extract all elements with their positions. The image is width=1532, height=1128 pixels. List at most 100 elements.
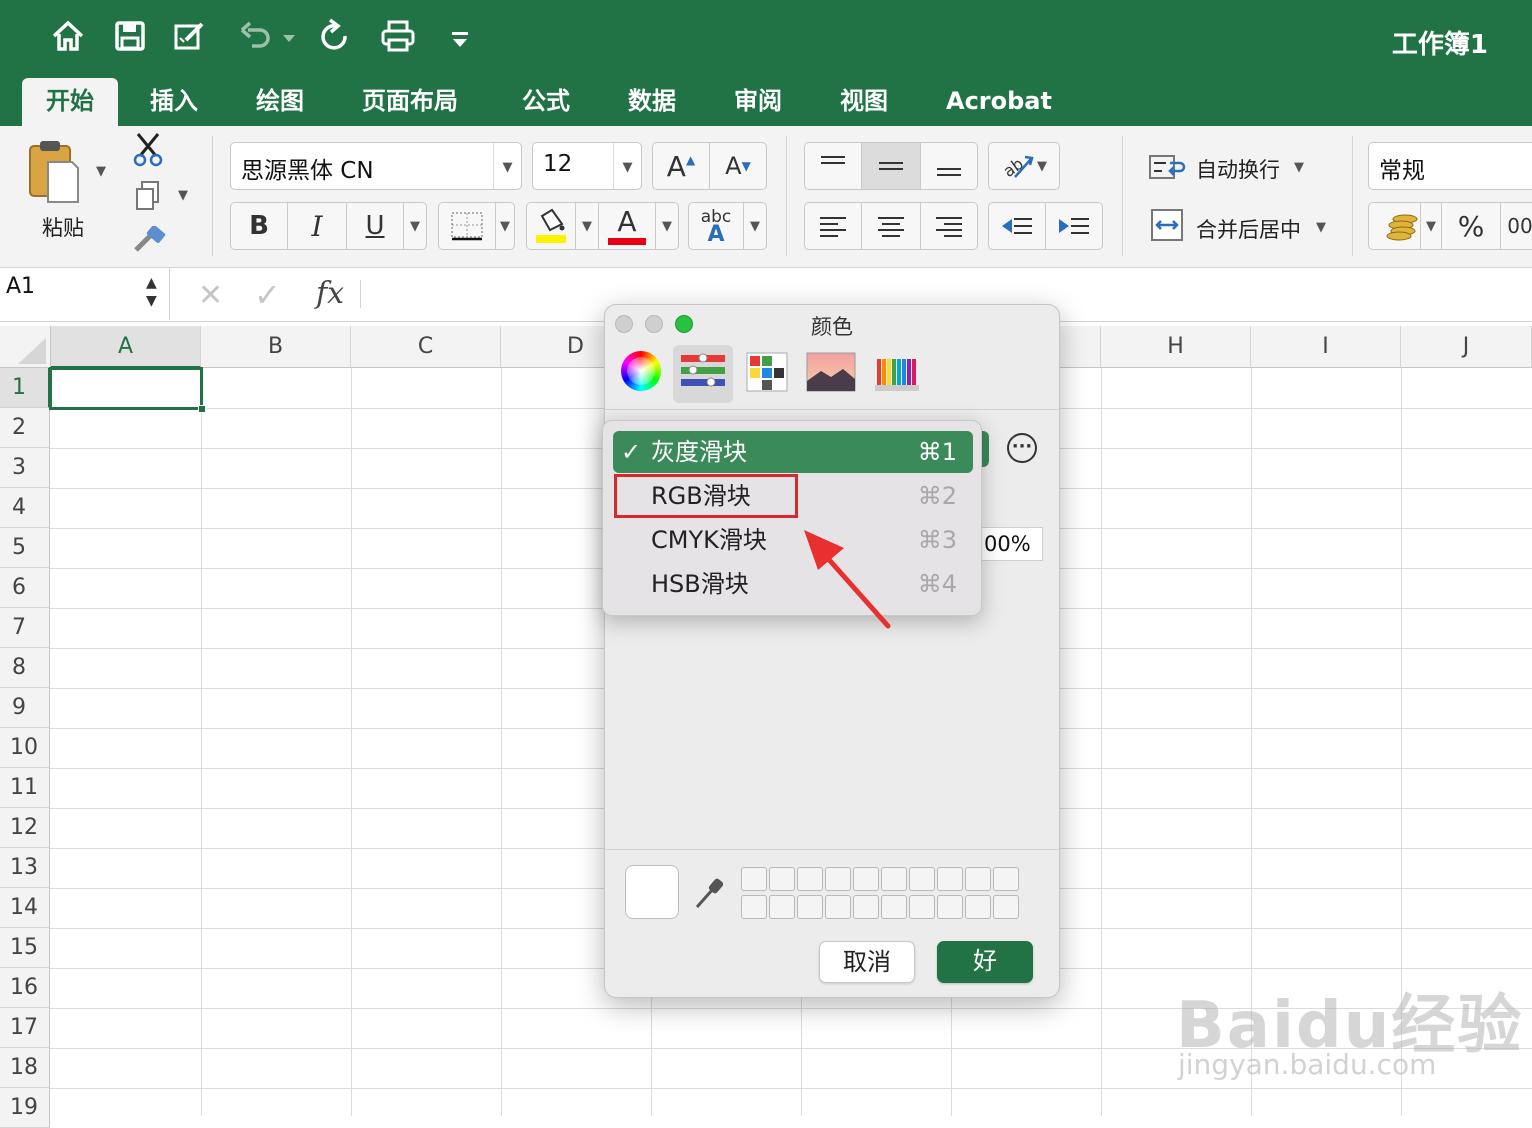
- row-header-1[interactable]: 1: [0, 368, 50, 408]
- more-options-icon[interactable]: ···: [1007, 433, 1037, 463]
- row-header-11[interactable]: 11: [0, 768, 50, 808]
- name-box[interactable]: A1 ▲ ▼: [0, 268, 170, 320]
- fill-color-dropdown-icon[interactable]: ▼: [575, 202, 599, 250]
- column-header-b[interactable]: B: [201, 326, 351, 368]
- cancel-formula-icon[interactable]: ✕: [198, 278, 223, 313]
- custom-swatch[interactable]: [993, 867, 1019, 891]
- custom-swatch[interactable]: [825, 895, 851, 919]
- tab-insert[interactable]: 插入: [126, 78, 222, 128]
- wrap-text-label[interactable]: 自动换行: [1196, 154, 1280, 184]
- font-name-select[interactable]: 思源黑体 CN ▼: [230, 142, 522, 190]
- redo-icon[interactable]: [316, 18, 356, 62]
- align-middle-button[interactable]: [861, 142, 921, 190]
- row-header-18[interactable]: 18: [0, 1048, 50, 1088]
- tab-acrobat[interactable]: Acrobat: [922, 78, 1076, 128]
- fill-handle[interactable]: [198, 405, 206, 413]
- column-header-h[interactable]: H: [1101, 326, 1251, 368]
- custom-swatch[interactable]: [965, 895, 991, 919]
- insert-function-button[interactable]: fx: [316, 276, 344, 311]
- wrap-text-icon[interactable]: [1148, 152, 1188, 182]
- tab-data[interactable]: 数据: [604, 78, 700, 128]
- paste-label[interactable]: 粘贴: [42, 212, 84, 242]
- align-top-button[interactable]: [804, 142, 862, 190]
- grow-font-button[interactable]: A ▲: [652, 142, 710, 190]
- italic-button[interactable]: I: [287, 202, 347, 250]
- confirm-formula-icon[interactable]: ✓: [254, 276, 281, 314]
- row-header-15[interactable]: 15: [0, 928, 50, 968]
- custom-swatch[interactable]: [965, 867, 991, 891]
- custom-swatch[interactable]: [741, 867, 767, 891]
- row-header-5[interactable]: 5: [0, 528, 50, 568]
- underline-button[interactable]: U: [346, 202, 404, 250]
- tab-formulas[interactable]: 公式: [498, 78, 594, 128]
- copy-dropdown-icon[interactable]: ▼: [178, 188, 188, 203]
- custom-swatch[interactable]: [881, 867, 907, 891]
- undo-dropdown-icon[interactable]: [282, 34, 296, 44]
- color-wheel-mode-button[interactable]: [613, 345, 673, 403]
- custom-swatch[interactable]: [825, 867, 851, 891]
- edit-doc-icon[interactable]: [172, 18, 212, 62]
- image-palettes-mode-button[interactable]: [801, 345, 861, 403]
- row-header-2[interactable]: 2: [0, 408, 50, 448]
- align-left-button[interactable]: [804, 202, 862, 250]
- customize-icon[interactable]: [450, 30, 470, 50]
- font-size-select[interactable]: 12 ▼: [532, 142, 642, 190]
- orientation-button[interactable]: ab ▼: [988, 142, 1060, 190]
- borders-button[interactable]: [438, 202, 496, 250]
- row-header-12[interactable]: 12: [0, 808, 50, 848]
- row-header-9[interactable]: 9: [0, 688, 50, 728]
- custom-swatch[interactable]: [909, 895, 935, 919]
- tab-review[interactable]: 审阅: [710, 78, 806, 128]
- font-size-dropdown-icon[interactable]: ▼: [613, 143, 641, 189]
- number-format-select[interactable]: 常规: [1368, 142, 1532, 190]
- menu-item-grayscale[interactable]: ✓ 灰度滑块 ⌘1: [613, 431, 973, 473]
- row-header-7[interactable]: 7: [0, 608, 50, 648]
- paste-icon[interactable]: [26, 138, 82, 204]
- color-palettes-mode-button[interactable]: [737, 345, 797, 403]
- row-header-3[interactable]: 3: [0, 448, 50, 488]
- save-icon[interactable]: [112, 18, 152, 62]
- column-header-i[interactable]: I: [1251, 326, 1401, 368]
- custom-swatch[interactable]: [937, 895, 963, 919]
- custom-swatch[interactable]: [937, 867, 963, 891]
- borders-dropdown-icon[interactable]: ▼: [495, 202, 515, 250]
- row-header-8[interactable]: 8: [0, 648, 50, 688]
- format-painter-icon[interactable]: [132, 225, 166, 256]
- decrease-indent-button[interactable]: [988, 202, 1046, 250]
- merge-center-icon[interactable]: [1150, 208, 1184, 242]
- custom-swatch[interactable]: [769, 867, 795, 891]
- row-header-10[interactable]: 10: [0, 728, 50, 768]
- font-color-dropdown-icon[interactable]: ▼: [655, 202, 679, 250]
- cancel-button[interactable]: 取消: [819, 941, 915, 983]
- color-sliders-mode-button[interactable]: [673, 345, 733, 403]
- copy-icon[interactable]: [134, 180, 162, 212]
- align-center-button[interactable]: [861, 202, 921, 250]
- custom-swatch[interactable]: [853, 867, 879, 891]
- tab-view[interactable]: 视图: [816, 78, 912, 128]
- custom-swatch[interactable]: [769, 895, 795, 919]
- align-bottom-button[interactable]: [920, 142, 978, 190]
- row-header-17[interactable]: 17: [0, 1008, 50, 1048]
- row-header-6[interactable]: 6: [0, 568, 50, 608]
- opacity-field[interactable]: 00%: [979, 527, 1043, 561]
- custom-swatch[interactable]: [797, 867, 823, 891]
- custom-swatch[interactable]: [797, 895, 823, 919]
- merge-center-label[interactable]: 合并后居中: [1196, 214, 1301, 244]
- print-icon[interactable]: [380, 18, 420, 62]
- custom-swatch[interactable]: [909, 867, 935, 891]
- select-all-corner[interactable]: [0, 326, 51, 368]
- custom-swatch[interactable]: [853, 895, 879, 919]
- row-header-19[interactable]: 19: [0, 1088, 50, 1128]
- column-header-a[interactable]: A: [51, 326, 201, 368]
- wrap-text-dropdown-icon[interactable]: ▼: [1294, 160, 1304, 175]
- merge-center-dropdown-icon[interactable]: ▼: [1316, 220, 1326, 235]
- bold-button[interactable]: B: [230, 202, 288, 250]
- paste-dropdown-icon[interactable]: ▼: [96, 164, 106, 179]
- custom-swatch[interactable]: [881, 895, 907, 919]
- name-box-stepper-icon[interactable]: ▲ ▼: [146, 274, 157, 310]
- eyedropper-icon[interactable]: [693, 875, 727, 911]
- selected-cell-a1[interactable]: [49, 367, 203, 410]
- pencils-mode-button[interactable]: [867, 345, 927, 403]
- column-header-c[interactable]: C: [351, 326, 501, 368]
- shrink-font-button[interactable]: A ▼: [709, 142, 767, 190]
